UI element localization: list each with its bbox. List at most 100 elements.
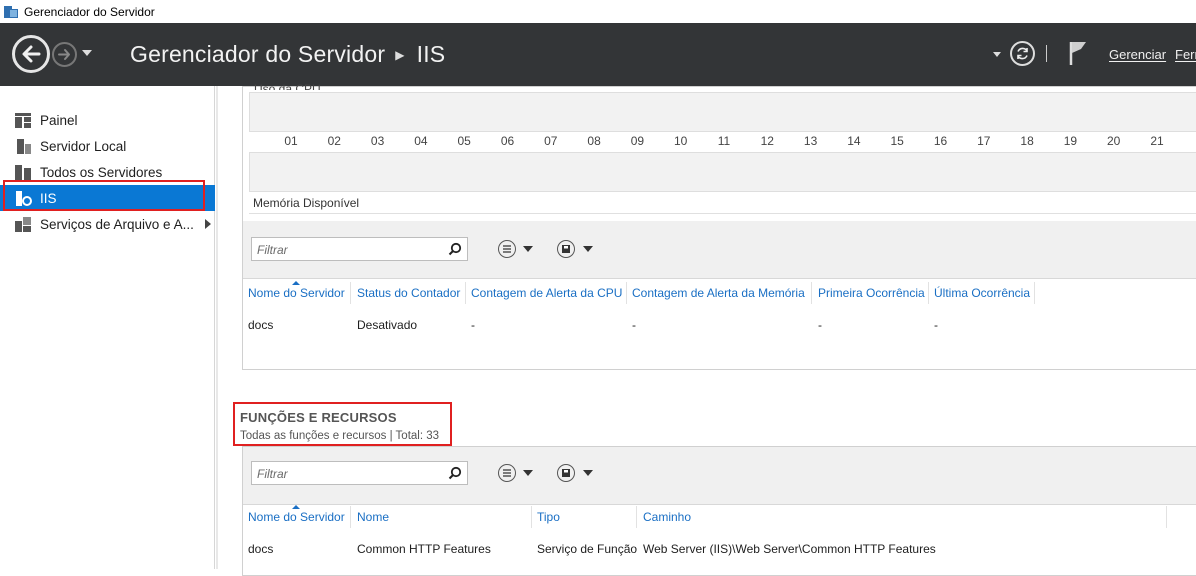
list-options-dropdown-icon[interactable] xyxy=(523,470,533,476)
breadcrumb-root[interactable]: Gerenciador do Servidor xyxy=(130,41,385,68)
column-header[interactable]: Status do Contador xyxy=(357,286,460,300)
hour-axis: 01 02 03 04 05 06 07 08 09 10 11 12 13 14 15 16 17 18 19 20… xyxy=(249,134,1196,152)
hour-tick-label: 13 xyxy=(803,134,818,148)
forward-button[interactable] xyxy=(52,42,77,67)
column-header[interactable]: Nome do Servidor xyxy=(248,510,345,524)
column-separator[interactable] xyxy=(350,506,351,528)
column-header[interactable]: Contagem de Alerta da Memória xyxy=(632,286,805,300)
column-separator[interactable] xyxy=(928,282,929,304)
roles-filter-input[interactable]: Filtrar xyxy=(251,461,468,485)
column-header[interactable]: Caminho xyxy=(643,510,691,524)
column-separator[interactable] xyxy=(531,506,532,528)
manage-menu[interactable]: Gerenciar xyxy=(1109,47,1166,62)
hour-tick-label: 17 xyxy=(977,134,991,148)
list-options-button[interactable] xyxy=(498,464,516,482)
list-icon xyxy=(503,245,511,253)
app-header: Gerenciador do Servidor ▶ IIS Gerenciar … xyxy=(0,23,1196,86)
table-cell[interactable]: - xyxy=(471,318,475,332)
sidebar: Painel Servidor Local Todos os Servidore… xyxy=(0,86,215,569)
hour-tick-label: 12 xyxy=(760,134,774,148)
hour-tick-label: 01 xyxy=(284,134,298,148)
highlight-box-roles xyxy=(233,402,452,446)
server-manager-app-icon xyxy=(4,5,18,19)
column-header[interactable]: Última Ocorrência xyxy=(934,286,1030,300)
performance-filter-input[interactable]: Filtrar xyxy=(251,237,468,261)
table-cell[interactable]: - xyxy=(632,318,636,332)
column-separator[interactable] xyxy=(626,282,627,304)
table-cell[interactable]: Common HTTP Features xyxy=(357,542,491,556)
arrow-left-icon xyxy=(22,45,41,63)
column-separator[interactable] xyxy=(1034,282,1035,304)
hour-tick-label: 20 xyxy=(1107,134,1121,148)
expand-arrow-icon[interactable] xyxy=(205,219,211,229)
breadcrumb-separator-icon: ▶ xyxy=(395,47,405,62)
hour-tick-label: 05 xyxy=(457,134,471,148)
back-button[interactable] xyxy=(12,35,50,73)
table-cell[interactable]: Desativado xyxy=(357,318,417,332)
save-options-dropdown-icon[interactable] xyxy=(583,470,593,476)
column-separator[interactable] xyxy=(350,282,351,304)
column-separator[interactable] xyxy=(636,506,637,528)
server-icon xyxy=(15,138,32,155)
hour-tick-label: 02 xyxy=(327,134,341,148)
cpu-chart-band xyxy=(249,92,1196,132)
hour-tick-label: 18 xyxy=(1020,134,1034,148)
window-titlebar: Gerenciador do Servidor xyxy=(0,0,1196,23)
tools-menu[interactable]: Ferr xyxy=(1175,47,1196,62)
column-header[interactable]: Contagem de Alerta da CPU xyxy=(471,286,622,300)
column-header[interactable]: Primeira Ocorrência xyxy=(818,286,925,300)
sidebar-item-file-services[interactable]: Serviços de Arquivo e A... xyxy=(0,211,215,237)
memory-chart-band xyxy=(249,152,1196,192)
refresh-icon xyxy=(1017,47,1028,60)
breadcrumb-dropdown-icon[interactable] xyxy=(993,52,1001,57)
history-dropdown-icon[interactable] xyxy=(82,50,92,56)
filter-placeholder: Filtrar xyxy=(257,467,288,481)
table-cell[interactable]: docs xyxy=(248,318,273,332)
header-divider xyxy=(1046,45,1047,62)
search-icon[interactable] xyxy=(448,242,462,256)
hour-tick-label: 16 xyxy=(933,134,948,148)
table-cell[interactable]: Serviço de Função xyxy=(537,542,637,556)
cpu-usage-label: Uso da CPU xyxy=(254,82,321,90)
hour-tick-label: 04 xyxy=(414,134,428,148)
table-cell[interactable]: docs xyxy=(248,542,273,556)
column-separator[interactable] xyxy=(1166,506,1167,528)
refresh-button[interactable] xyxy=(1010,41,1035,66)
column-header[interactable]: Nome xyxy=(357,510,389,524)
table-cell[interactable]: - xyxy=(934,318,938,332)
sort-ascending-icon xyxy=(292,281,300,285)
servers-icon xyxy=(15,164,32,181)
hour-tick-label: 21 xyxy=(1150,134,1164,148)
notifications-flag-icon[interactable] xyxy=(1068,40,1088,69)
save-icon xyxy=(562,469,570,477)
list-options-dropdown-icon[interactable] xyxy=(523,246,533,252)
table-cell[interactable]: - xyxy=(818,318,822,332)
column-header[interactable]: Tipo xyxy=(537,510,560,524)
column-header[interactable]: Nome do Servidor xyxy=(248,286,345,300)
breadcrumb-current: IIS xyxy=(416,41,446,67)
hour-tick-label: 09 xyxy=(630,134,645,148)
hour-tick-label: 15 xyxy=(890,134,904,148)
hour-tick-label: 06 xyxy=(500,134,515,148)
save-options-button[interactable] xyxy=(557,240,575,258)
sidebar-item-dashboard[interactable]: Painel xyxy=(0,107,215,133)
search-icon[interactable] xyxy=(448,466,462,480)
hour-tick-label: 03 xyxy=(370,134,385,148)
save-icon xyxy=(562,245,570,253)
sidebar-item-local-server[interactable]: Servidor Local xyxy=(0,133,215,159)
content-divider xyxy=(216,86,218,569)
arrow-right-icon xyxy=(58,49,70,60)
filter-placeholder: Filtrar xyxy=(257,243,288,257)
list-options-button[interactable] xyxy=(498,240,516,258)
column-separator[interactable] xyxy=(811,282,812,304)
save-options-dropdown-icon[interactable] xyxy=(583,246,593,252)
table-cell[interactable]: Web Server (IIS)\Web Server\Common HTTP … xyxy=(643,542,936,556)
sidebar-item-label: Todos os Servidores xyxy=(40,164,163,180)
sidebar-item-label: Serviços de Arquivo e A... xyxy=(40,216,194,232)
hour-tick-label: 07 xyxy=(544,134,558,148)
sort-ascending-icon xyxy=(292,505,300,509)
divider xyxy=(249,213,1196,214)
save-options-button[interactable] xyxy=(557,464,575,482)
column-separator[interactable] xyxy=(465,282,466,304)
window-title: Gerenciador do Servidor xyxy=(24,4,155,19)
